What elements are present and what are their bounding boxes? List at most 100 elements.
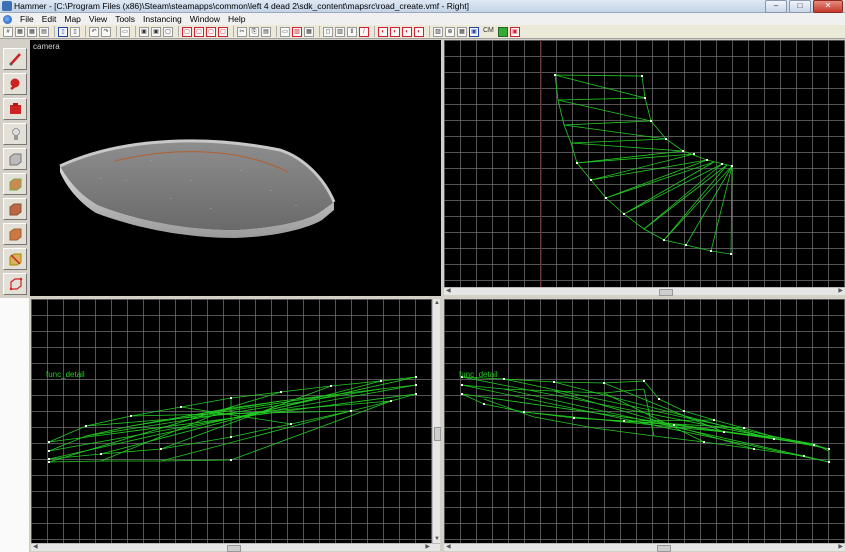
scroll-down-icon[interactable]: ▼: [434, 536, 440, 542]
texture-scale-lock-icon[interactable]: ▯: [70, 26, 80, 37]
hide-unselected-icon[interactable]: ▢: [194, 26, 204, 37]
redo-icon[interactable]: ↷: [101, 26, 111, 37]
group-icon[interactable]: ▣: [139, 26, 149, 37]
toolbar-separator: [233, 26, 234, 37]
grid-increase-icon[interactable]: ▦: [27, 26, 37, 37]
maximize-icon[interactable]: □: [789, 0, 811, 13]
toolbar-separator: [116, 26, 117, 37]
toolbar-separator: [276, 26, 277, 37]
cordon-icon[interactable]: ◐: [378, 26, 388, 37]
texture-browser-icon[interactable]: ▥: [335, 26, 345, 37]
cm-button[interactable]: CM: [481, 27, 496, 37]
check-problems-icon[interactable]: ◐: [414, 26, 424, 37]
menu-file[interactable]: File: [16, 13, 38, 25]
front-view-hscroll[interactable]: ◀ ▶: [444, 543, 845, 552]
crosshair-icon[interactable]: ⊕: [445, 26, 455, 37]
magnify-tool-icon[interactable]: [3, 73, 27, 95]
entity-tool-icon[interactable]: [3, 123, 27, 145]
tie-to-entity-icon[interactable]: ▦: [304, 26, 314, 37]
window-title: Hammer - [C:\Program Files (x86)\Steam\s…: [14, 1, 469, 11]
scroll-right-icon[interactable]: ▶: [838, 288, 843, 295]
show-all-icon[interactable]: ▢: [206, 26, 216, 37]
toolbar-separator: [135, 26, 136, 37]
grid-3d-icon[interactable]: ▤: [39, 26, 49, 37]
minimize-icon[interactable]: –: [765, 0, 787, 13]
carve-icon[interactable]: ▭: [120, 26, 130, 37]
ignore-groups-icon[interactable]: ▢: [163, 26, 173, 37]
document-icon[interactable]: [3, 14, 12, 24]
close-icon[interactable]: ✕: [813, 0, 843, 13]
front-view-viewport[interactable]: func_detail: [444, 299, 845, 543]
selection-mode-icon[interactable]: ◻: [323, 26, 333, 37]
cut-icon[interactable]: ✂: [237, 26, 247, 37]
entity-list-icon[interactable]: ▣: [469, 26, 479, 37]
hollow-icon[interactable]: ▭: [280, 26, 290, 37]
menu-help[interactable]: Help: [224, 13, 249, 25]
camera-viewport[interactable]: camera: [30, 40, 441, 296]
toolbar-separator: [85, 26, 86, 37]
scroll-right-icon[interactable]: ▶: [838, 544, 843, 551]
scroll-thumb[interactable]: [434, 427, 441, 441]
road-wireframe-front: [461, 376, 830, 463]
scroll-thumb[interactable]: [657, 545, 671, 552]
scroll-right-icon[interactable]: ▶: [425, 544, 430, 551]
menu-bar: File Edit Map View Tools Instancing Wind…: [0, 13, 845, 25]
scroll-up-icon[interactable]: ▲: [434, 300, 440, 306]
compile-icon[interactable]: ▣: [509, 26, 520, 37]
texture-application-icon[interactable]: [3, 173, 27, 195]
texture-lock-icon[interactable]: ▯: [58, 26, 68, 37]
menu-window[interactable]: Window: [186, 13, 224, 25]
scroll-left-icon[interactable]: ◀: [33, 544, 38, 551]
grid-decrease-icon[interactable]: ▦: [15, 26, 25, 37]
selection-tool-icon[interactable]: [3, 48, 27, 70]
make-hollow-icon[interactable]: ▨: [292, 26, 302, 37]
run-map-icon[interactable]: [497, 26, 508, 37]
side-view-viewport[interactable]: func_detail: [31, 299, 432, 543]
left-gutter: [0, 298, 30, 552]
toolbar-separator: [54, 26, 55, 37]
clipping-tool-icon[interactable]: [3, 273, 27, 295]
visgroup-icon[interactable]: ▨: [433, 26, 443, 37]
toolbar-separator: [178, 26, 179, 37]
window-controls: – □ ✕: [765, 0, 843, 13]
top-view-hscroll[interactable]: ◀ ▶: [444, 287, 845, 296]
toolbar-separator: [429, 26, 430, 37]
cordon-edit-icon[interactable]: ◐: [390, 26, 400, 37]
grid-toggle-icon[interactable]: #: [3, 26, 13, 37]
side-view-hscroll[interactable]: ◀ ▶: [31, 543, 440, 552]
menu-instancing[interactable]: Instancing: [139, 13, 186, 25]
apply-texture-icon[interactable]: [3, 198, 27, 220]
overlay-tool-icon[interactable]: [3, 248, 27, 270]
grid-snap-icon[interactable]: ▦: [457, 26, 467, 37]
menu-view[interactable]: View: [85, 13, 111, 25]
road-wireframe-side: [48, 376, 417, 463]
copy-icon[interactable]: ⎘: [249, 26, 259, 37]
camera-viewport-label: camera: [33, 42, 60, 51]
scroll-thumb[interactable]: [227, 545, 241, 552]
block-tool-icon[interactable]: [3, 148, 27, 170]
ungroup-icon[interactable]: ▣: [151, 26, 161, 37]
scroll-thumb[interactable]: [659, 289, 673, 296]
menu-map[interactable]: Map: [60, 13, 85, 25]
paste-icon[interactable]: ▤: [261, 26, 271, 37]
top-view-viewport[interactable]: [444, 40, 845, 287]
main-toolbar: # ▦ ▦ ▤ ▯ ▯ ↶ ↷ ▭ ▣ ▣ ▢ ▢ ▢ ▢ ▢ ✂ ⎘ ▤ ▭ …: [0, 25, 845, 39]
toolbar-separator: [319, 26, 320, 37]
autosave-icon[interactable]: ▢: [218, 26, 228, 37]
text-icon[interactable]: tl: [347, 26, 357, 37]
undo-icon[interactable]: ↶: [89, 26, 99, 37]
entity-report-icon[interactable]: ◐: [402, 26, 412, 37]
menu-edit[interactable]: Edit: [38, 13, 61, 25]
hide-selected-icon[interactable]: ▢: [182, 26, 192, 37]
menu-tools[interactable]: Tools: [111, 13, 139, 25]
toggle-models-icon[interactable]: /: [359, 26, 369, 37]
scroll-left-icon[interactable]: ◀: [446, 544, 451, 551]
camera-tool-icon[interactable]: [3, 98, 27, 120]
road-model-3d: [59, 139, 336, 238]
decal-tool-icon[interactable]: [3, 223, 27, 245]
side-view-vscroll[interactable]: ▲ ▼: [432, 299, 441, 543]
road-wireframe-top: [540, 40, 733, 287]
scroll-left-icon[interactable]: ◀: [446, 288, 451, 295]
toolbar-separator: [374, 26, 375, 37]
side-entity-label: func_detail: [46, 370, 85, 379]
